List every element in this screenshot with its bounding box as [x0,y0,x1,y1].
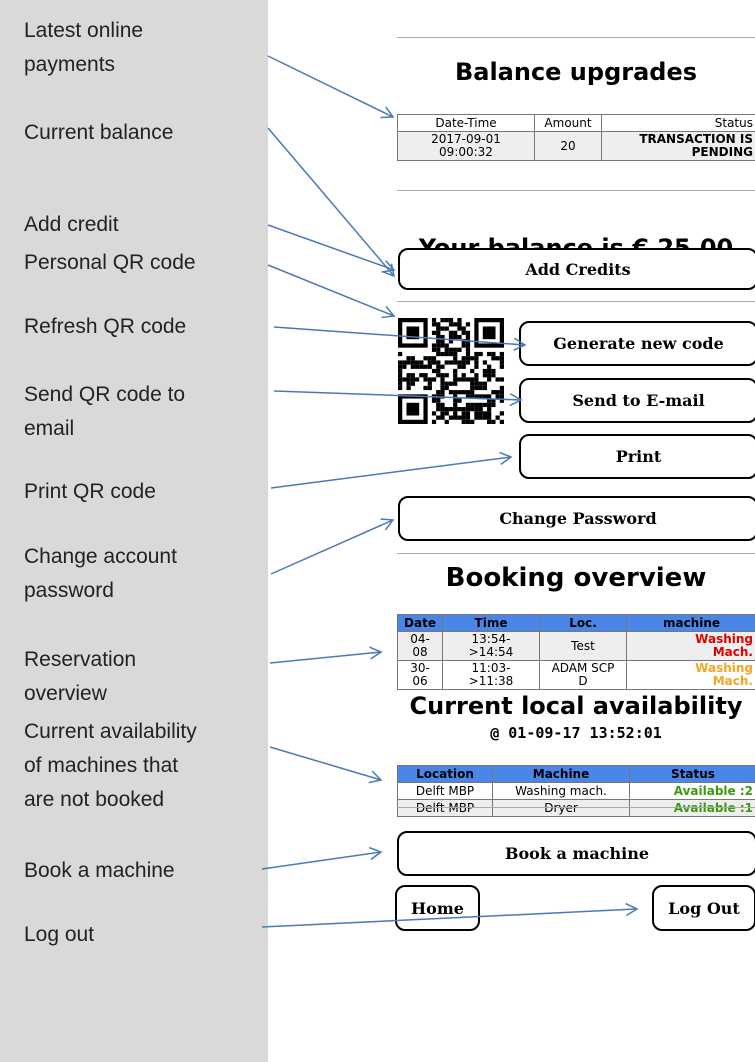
label-latest-payments: Latest online payments [24,19,144,76]
arrow-change-password [270,518,395,575]
cell-date: 30- 06 [397,660,443,690]
cell-status: Available :1 [629,799,755,817]
arrow-book-machine [261,846,383,870]
divider [397,807,755,808]
col-header-loc: Loc. [539,614,627,632]
availability-table: Location Machine Status Delft MBP Washin… [397,765,755,817]
label-reservation-overview: Reservation overview [24,648,137,705]
col-header-amount: Amount [534,114,602,132]
table-row: Delft MBP Washing mach. Available :2 [397,782,755,800]
cell-loc: Test [539,631,627,661]
cell-datetime: 2017-09-01 09:00:32 [397,131,535,161]
cell-time: 13:54- >14:54 [442,631,540,661]
cell-status: TRANSACTION IS PENDING [601,131,755,161]
col-header-status: Status [601,114,755,132]
col-header-status: Status [629,765,755,783]
cell-machine: Washing mach. [492,782,630,800]
cell-location: Delft MBP [397,782,493,800]
col-header-machine: machine [626,614,755,632]
label-print-qr: Print QR code [24,480,156,503]
arrow-add-credit [267,224,396,273]
cell-status: Available :2 [629,782,755,800]
cell-loc: ADAM SCP D [539,660,627,690]
divider [397,190,755,191]
col-header-machine: Machine [492,765,630,783]
availability-timestamp: @ 01-09-17 13:52:01 [490,724,662,742]
send-to-email-button[interactable]: Send to E-mail [519,378,755,423]
col-header-date: Date [397,614,443,632]
label-personal-qr: Personal QR code [24,251,196,274]
print-button[interactable]: Print [519,434,755,479]
cell-time: 11:03- >11:38 [442,660,540,690]
home-button[interactable]: Home [395,885,480,931]
cell-machine: Washing Mach. [626,631,755,661]
cell-machine: Dryer [492,799,630,817]
booking-table: Date Time Loc. machine 04- 08 13:54- >14… [397,614,755,690]
arrow-reservation [269,646,383,664]
table-row: 04- 08 13:54- >14:54 Test Washing Mach. [397,631,755,661]
label-change-password: Change account password [24,545,177,602]
cell-location: Delft MBP [397,799,493,817]
availability-title: Current local availability [409,692,743,720]
label-log-out: Log out [24,923,95,946]
booking-overview-title: Booking overview [445,563,707,593]
qr-code-image [398,318,504,424]
book-machine-button[interactable]: Book a machine [397,831,755,876]
col-header-location: Location [397,765,493,783]
arrow-current-balance [267,127,396,278]
arrow-availability [269,746,383,784]
label-add-credit: Add credit [24,213,119,236]
cell-date: 04- 08 [397,631,443,661]
divider [397,37,755,38]
divider [397,301,755,302]
table-row: Delft MBP Dryer Available :1 [397,799,755,817]
generate-new-code-button[interactable]: Generate new code [519,321,755,366]
divider [397,553,755,554]
table-row: 2017-09-01 09:00:32 20 TRANSACTION IS PE… [397,131,755,161]
label-current-balance: Current balance [24,121,174,144]
col-header-datetime: Date-Time [397,114,535,132]
balance-upgrades-title: Balance upgrades [454,58,698,86]
change-password-button[interactable]: Change Password [398,496,755,541]
cell-machine: Washing Mach. [626,660,755,690]
label-book-machine: Book a machine [24,859,175,882]
label-refresh-qr: Refresh QR code [24,315,187,338]
label-current-availability: Current availability of machines that ar… [24,720,197,811]
arrow-latest-payments [267,55,395,119]
log-out-button[interactable]: Log Out [652,885,755,931]
table-row: 30- 06 11:03- >11:38 ADAM SCP D Washing … [397,660,755,690]
cell-amount: 20 [534,131,602,161]
annotation-sidebar: Latest online payments Current balance A… [0,0,268,1062]
add-credits-button[interactable]: Add Credits [398,248,755,290]
arrow-print-qr [270,451,513,489]
col-header-time: Time [442,614,540,632]
balance-upgrades-table: Date-Time Amount Status 2017-09-01 09:00… [397,114,755,161]
label-send-qr-email: Send QR code to email [24,383,186,440]
arrow-personal-qr [267,264,396,319]
